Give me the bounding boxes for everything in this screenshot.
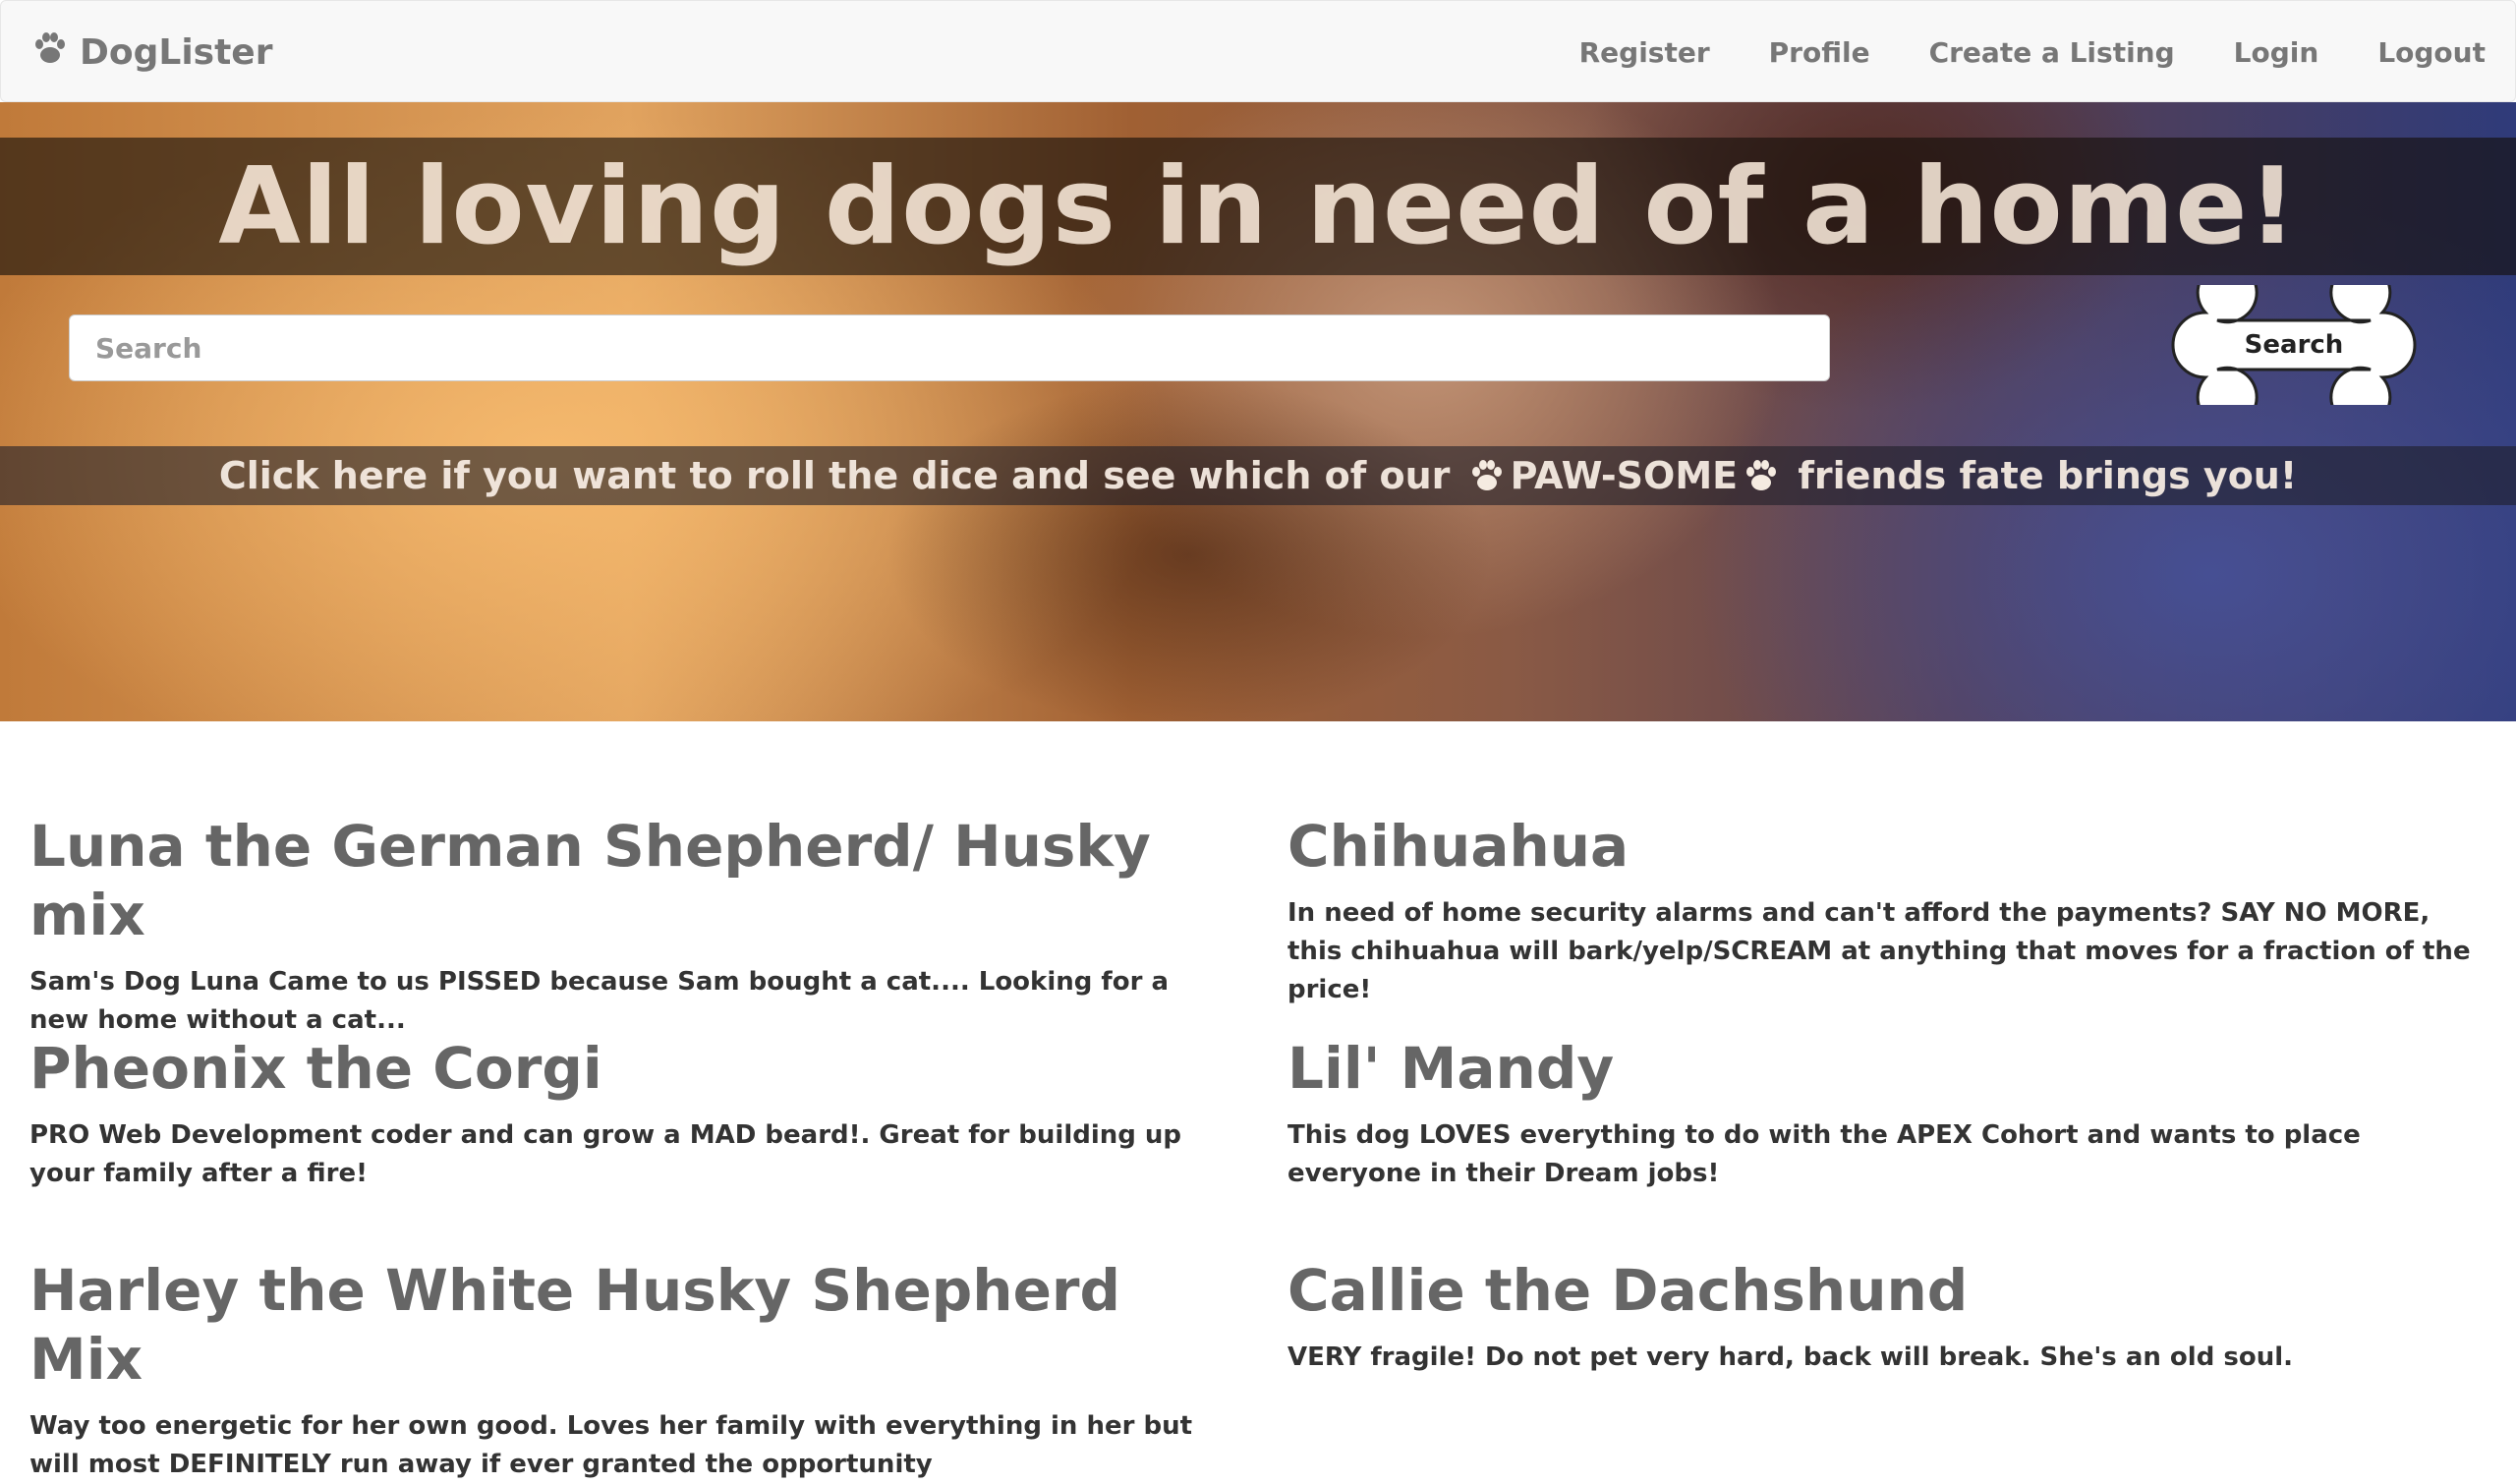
dice-link-highlight: PAW-SOME (1510, 454, 1739, 497)
listing-card: Harley the White Husky Shepherd Mix Way … (29, 1256, 1229, 1484)
listing-card: Luna the German Shepherd/ Husky mix Sam'… (29, 812, 1229, 1040)
nav-logout-link[interactable]: Logout (2377, 36, 2486, 69)
listing-title[interactable]: Luna the German Shepherd/ Husky mix (29, 812, 1229, 949)
paw-icon (30, 29, 70, 77)
nav-profile-link[interactable]: Profile (1769, 36, 1870, 69)
brand-name: DogLister (80, 31, 273, 73)
listing-card: Chihuahua In need of home security alarm… (1287, 812, 2487, 1009)
search-input[interactable] (69, 314, 1830, 381)
dice-link-text-before: Click here if you want to roll the dice … (218, 454, 1463, 497)
listing-card: Callie the Dachshund VERY fragile! Do no… (1287, 1256, 2487, 1377)
listing-description: This dog LOVES everything to do with the… (1287, 1120, 2361, 1188)
listing-title[interactable]: Chihuahua (1287, 812, 2487, 881)
listing-card: Lil' Mandy This dog LOVES everything to … (1287, 1034, 2487, 1193)
hero-banner: All loving dogs in need of a home! Searc… (0, 102, 2516, 721)
listing-title[interactable]: Pheonix the Corgi (29, 1034, 1229, 1103)
search-button[interactable]: Search (2146, 285, 2441, 405)
paw-icon (1742, 456, 1781, 495)
listing-description: In need of home security alarms and can'… (1287, 898, 2471, 1004)
brand-link[interactable]: DogLister (30, 1, 272, 103)
random-dog-link[interactable]: Click here if you want to roll the dice … (0, 446, 2516, 505)
nav-create-listing-link[interactable]: Create a Listing (1929, 36, 2175, 69)
nav-register-link[interactable]: Register (1579, 36, 1710, 69)
listing-description: Way too energetic for her own good. Love… (29, 1411, 1193, 1479)
search-button-label: Search (2244, 330, 2344, 360)
listings-grid: Luna the German Shepherd/ Husky mix Sam'… (0, 721, 2516, 1479)
listing-title[interactable]: Callie the Dachshund (1287, 1256, 2487, 1325)
listing-title[interactable]: Harley the White Husky Shepherd Mix (29, 1256, 1229, 1394)
navbar: DogLister Register Profile Create a List… (0, 0, 2516, 102)
listing-description: VERY fragile! Do not pet very hard, back… (1287, 1342, 2294, 1372)
listing-card: Pheonix the Corgi PRO Web Development co… (29, 1034, 1229, 1193)
listing-description: PRO Web Development coder and can grow a… (29, 1120, 1182, 1188)
hero-title: All loving dogs in need of a home! (218, 144, 2298, 268)
dice-link-text-after: friends fate brings you! (1785, 454, 2298, 497)
listing-title[interactable]: Lil' Mandy (1287, 1034, 2487, 1103)
listing-description: Sam's Dog Luna Came to us PISSED because… (29, 967, 1170, 1035)
nav-links: Register Profile Create a Listing Login … (1579, 1, 2486, 103)
paw-icon (1467, 456, 1507, 495)
nav-login-link[interactable]: Login (2234, 36, 2319, 69)
hero-background-photo (885, 377, 1494, 721)
